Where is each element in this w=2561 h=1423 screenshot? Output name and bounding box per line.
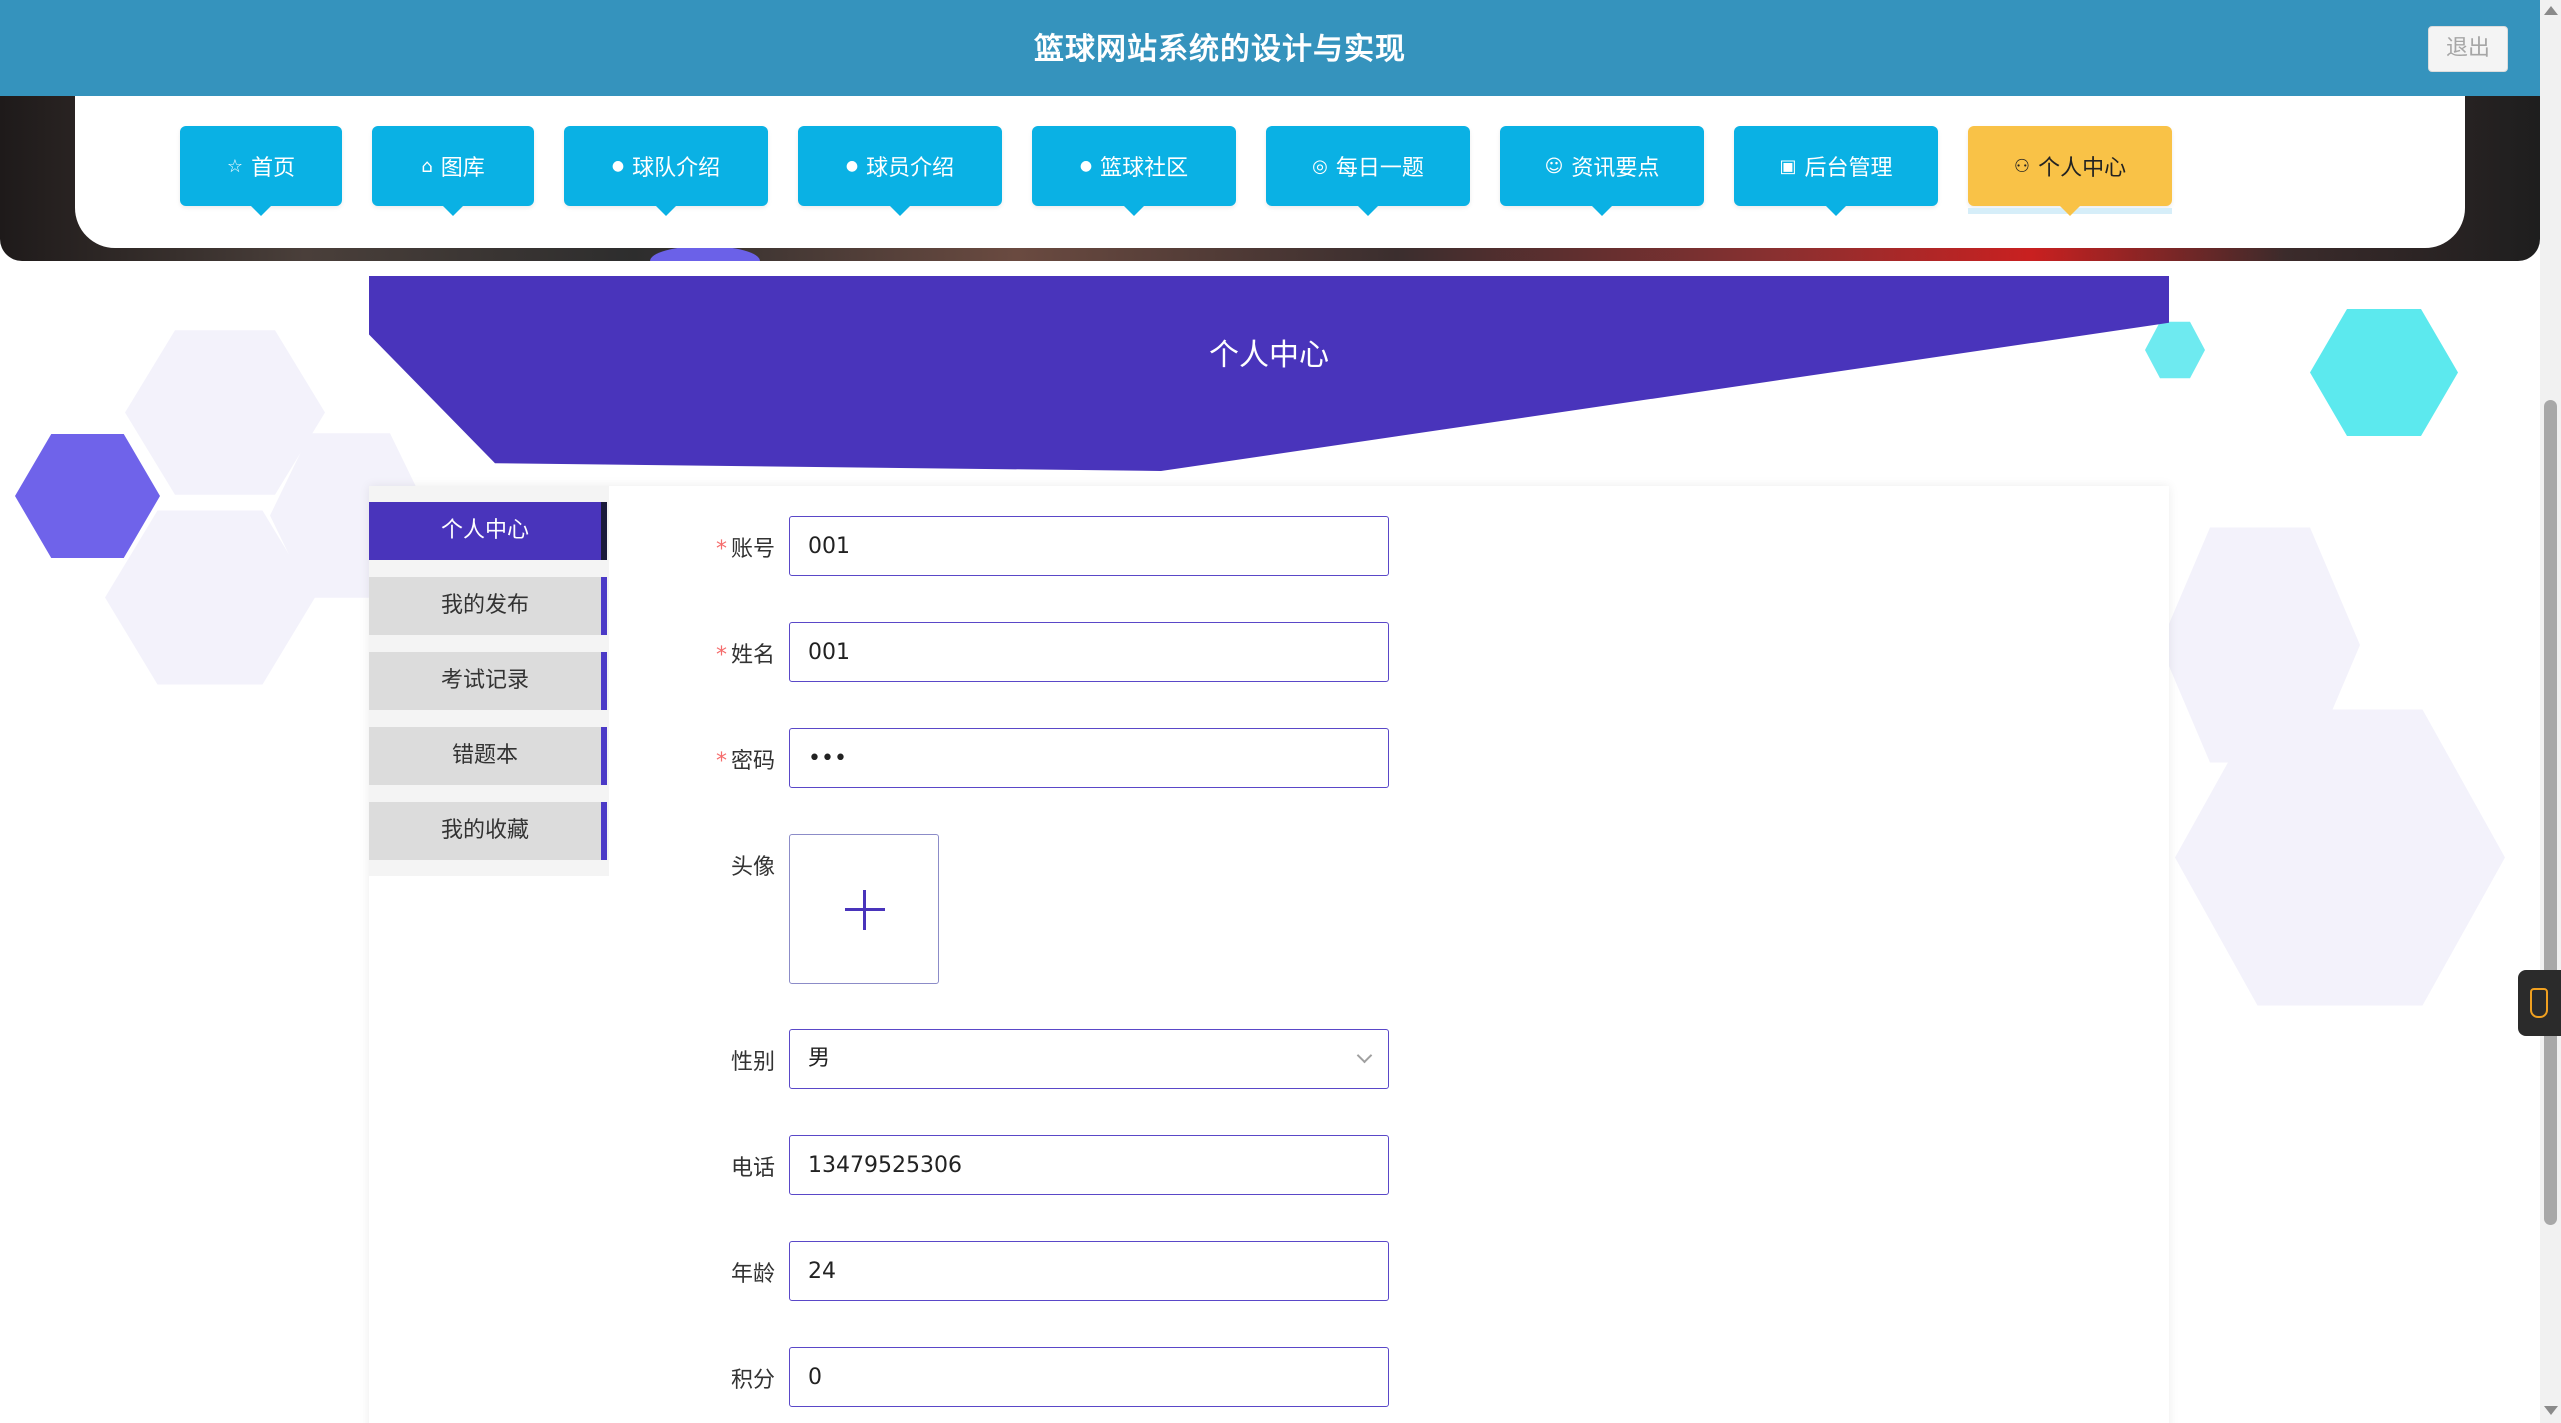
nav-item-label: 每日一题 xyxy=(1335,156,1424,181)
nav-item-label: 图库 xyxy=(440,156,485,181)
logout-button[interactable]: 退出 xyxy=(2428,26,2508,72)
nav-item-personal-center[interactable]: ⚇ 个人中心 xyxy=(1968,126,2172,216)
nav-item-label: 首页 xyxy=(251,156,296,181)
account-label: * 账号 xyxy=(715,537,775,562)
avatar-label: 头像 xyxy=(730,855,775,880)
phone-input[interactable] xyxy=(789,1135,1389,1195)
basketball-icon: ◎ xyxy=(1312,155,1328,177)
nav-item-community[interactable]: ● 篮球社区 xyxy=(1032,126,1236,216)
points-input[interactable] xyxy=(789,1347,1389,1407)
phone-label: 电话 xyxy=(730,1156,775,1181)
required-asterisk: * xyxy=(715,749,727,774)
smile-circle-icon: ☺ xyxy=(1544,155,1564,177)
required-asterisk: * xyxy=(715,643,727,668)
age-label: 年龄 xyxy=(730,1262,775,1287)
decor-hexagon xyxy=(2310,309,2458,436)
nav-item-gallery[interactable]: ⌂ 图库 xyxy=(372,126,534,216)
chevron-down-icon xyxy=(1356,1047,1373,1064)
sidebar-item-exam-records[interactable]: 考试记录 xyxy=(369,652,607,710)
nav-item-daily-question[interactable]: ◎ 每日一题 xyxy=(1266,126,1470,216)
password-label: * 密码 xyxy=(715,749,775,774)
nav-item-label: 资讯要点 xyxy=(1571,156,1660,181)
gift-box-icon: ▣ xyxy=(1779,155,1797,177)
nav-item-label: 后台管理 xyxy=(1804,156,1893,181)
plus-icon xyxy=(863,890,866,930)
info-circle-icon: ● xyxy=(611,158,625,174)
bag-icon: ⌂ xyxy=(421,155,433,177)
sidebar-item-personal-center[interactable]: 个人中心 xyxy=(369,502,607,560)
sidebar-item-favorites[interactable]: 我的收藏 xyxy=(369,802,607,860)
account-input[interactable] xyxy=(789,516,1389,576)
active-indicator xyxy=(1968,208,2172,214)
age-input[interactable] xyxy=(789,1241,1389,1301)
scroll-down-arrow-icon[interactable] xyxy=(2544,1406,2558,1415)
gender-selected-value: 男 xyxy=(808,1046,831,1071)
required-asterisk: * xyxy=(715,537,727,562)
sidebar-item-my-posts[interactable]: 我的发布 xyxy=(369,577,607,635)
nav-item-home[interactable]: ☆ 首页 xyxy=(180,126,342,216)
name-input[interactable] xyxy=(789,622,1389,682)
top-bar: 篮球网站系统的设计与实现 退出 xyxy=(0,0,2540,96)
avatar-upload[interactable] xyxy=(789,834,939,984)
nav-item-label: 个人中心 xyxy=(2038,156,2127,181)
nav-item-admin[interactable]: ▣ 后台管理 xyxy=(1734,126,1938,216)
nav-item-players[interactable]: ● 球员介绍 xyxy=(798,126,1002,216)
points-label: 积分 xyxy=(730,1368,775,1393)
nav-item-label: 篮球社区 xyxy=(1100,156,1189,181)
nav-item-label: 球队介绍 xyxy=(632,156,721,181)
page-title: 个人中心 xyxy=(1209,338,1329,373)
decor-hexagon xyxy=(15,433,160,559)
password-input[interactable] xyxy=(789,728,1389,788)
cup-icon xyxy=(2530,988,2548,1018)
scrollbar-thumb[interactable] xyxy=(2544,400,2557,1225)
star-outline-icon: ☆ xyxy=(226,155,244,177)
floating-widget[interactable] xyxy=(2518,970,2561,1036)
nav-item-news[interactable]: ☺ 资讯要点 xyxy=(1500,126,1704,216)
banner-accent xyxy=(650,246,760,261)
info-circle-icon: ● xyxy=(1079,158,1093,174)
sidebar-item-wrong-answers[interactable]: 错题本 xyxy=(369,727,607,785)
nav-item-teams[interactable]: ● 球队介绍 xyxy=(564,126,768,216)
site-title: 篮球网站系统的设计与实现 xyxy=(1034,32,1406,67)
name-label: * 姓名 xyxy=(715,643,775,668)
nav-item-label: 球员介绍 xyxy=(866,156,955,181)
gender-label: 性别 xyxy=(730,1050,775,1075)
question-circle-icon: ● xyxy=(845,158,859,174)
user-icon: ⚇ xyxy=(2013,155,2031,177)
scroll-up-arrow-icon[interactable] xyxy=(2544,6,2558,15)
gender-select[interactable]: 男 xyxy=(789,1029,1389,1089)
